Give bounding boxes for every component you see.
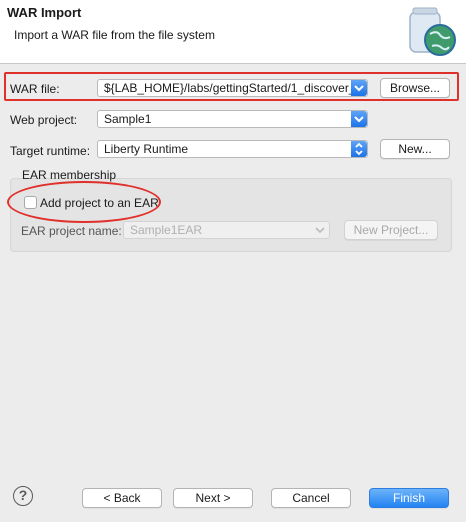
- page-description: Import a WAR file from the file system: [14, 28, 215, 42]
- wizard-header: WAR Import Import a WAR file from the fi…: [0, 0, 466, 64]
- up-down-arrows-icon[interactable]: [351, 141, 367, 157]
- new-ear-project-button[interactable]: New Project...: [344, 220, 438, 240]
- chevron-down-icon[interactable]: [313, 222, 327, 238]
- finish-button[interactable]: Finish: [369, 488, 449, 508]
- chevron-down-icon[interactable]: [351, 111, 367, 127]
- ear-project-name-label: EAR project name:: [21, 224, 122, 238]
- war-file-label: WAR file:: [10, 82, 60, 96]
- target-runtime-value: Liberty Runtime: [104, 142, 189, 156]
- jar-globe-icon: [409, 7, 456, 56]
- new-runtime-button[interactable]: New...: [380, 139, 450, 159]
- war-file-value: ${LAB_HOME}/labs/gettingStarted/1_discov…: [104, 81, 363, 95]
- page-title: WAR Import: [7, 5, 82, 20]
- ear-project-name-value: Sample1EAR: [130, 223, 203, 237]
- web-project-label: Web project:: [10, 113, 78, 127]
- help-icon[interactable]: ?: [13, 486, 33, 506]
- web-project-combo[interactable]: Sample1: [97, 110, 368, 128]
- next-button[interactable]: Next >: [173, 488, 253, 508]
- ear-project-name-combo[interactable]: Sample1EAR: [123, 221, 330, 239]
- war-file-combo[interactable]: ${LAB_HOME}/labs/gettingStarted/1_discov…: [97, 79, 368, 97]
- target-runtime-select[interactable]: Liberty Runtime: [97, 140, 368, 158]
- cancel-button[interactable]: Cancel: [271, 488, 351, 508]
- ear-membership-title: EAR membership: [22, 168, 117, 182]
- annotation-circle-add-to-ear: [7, 181, 161, 223]
- chevron-down-icon[interactable]: [351, 80, 367, 96]
- target-runtime-label: Target runtime:: [10, 144, 91, 158]
- browse-button[interactable]: Browse...: [380, 78, 450, 98]
- web-project-value: Sample1: [104, 112, 152, 126]
- back-button[interactable]: < Back: [82, 488, 162, 508]
